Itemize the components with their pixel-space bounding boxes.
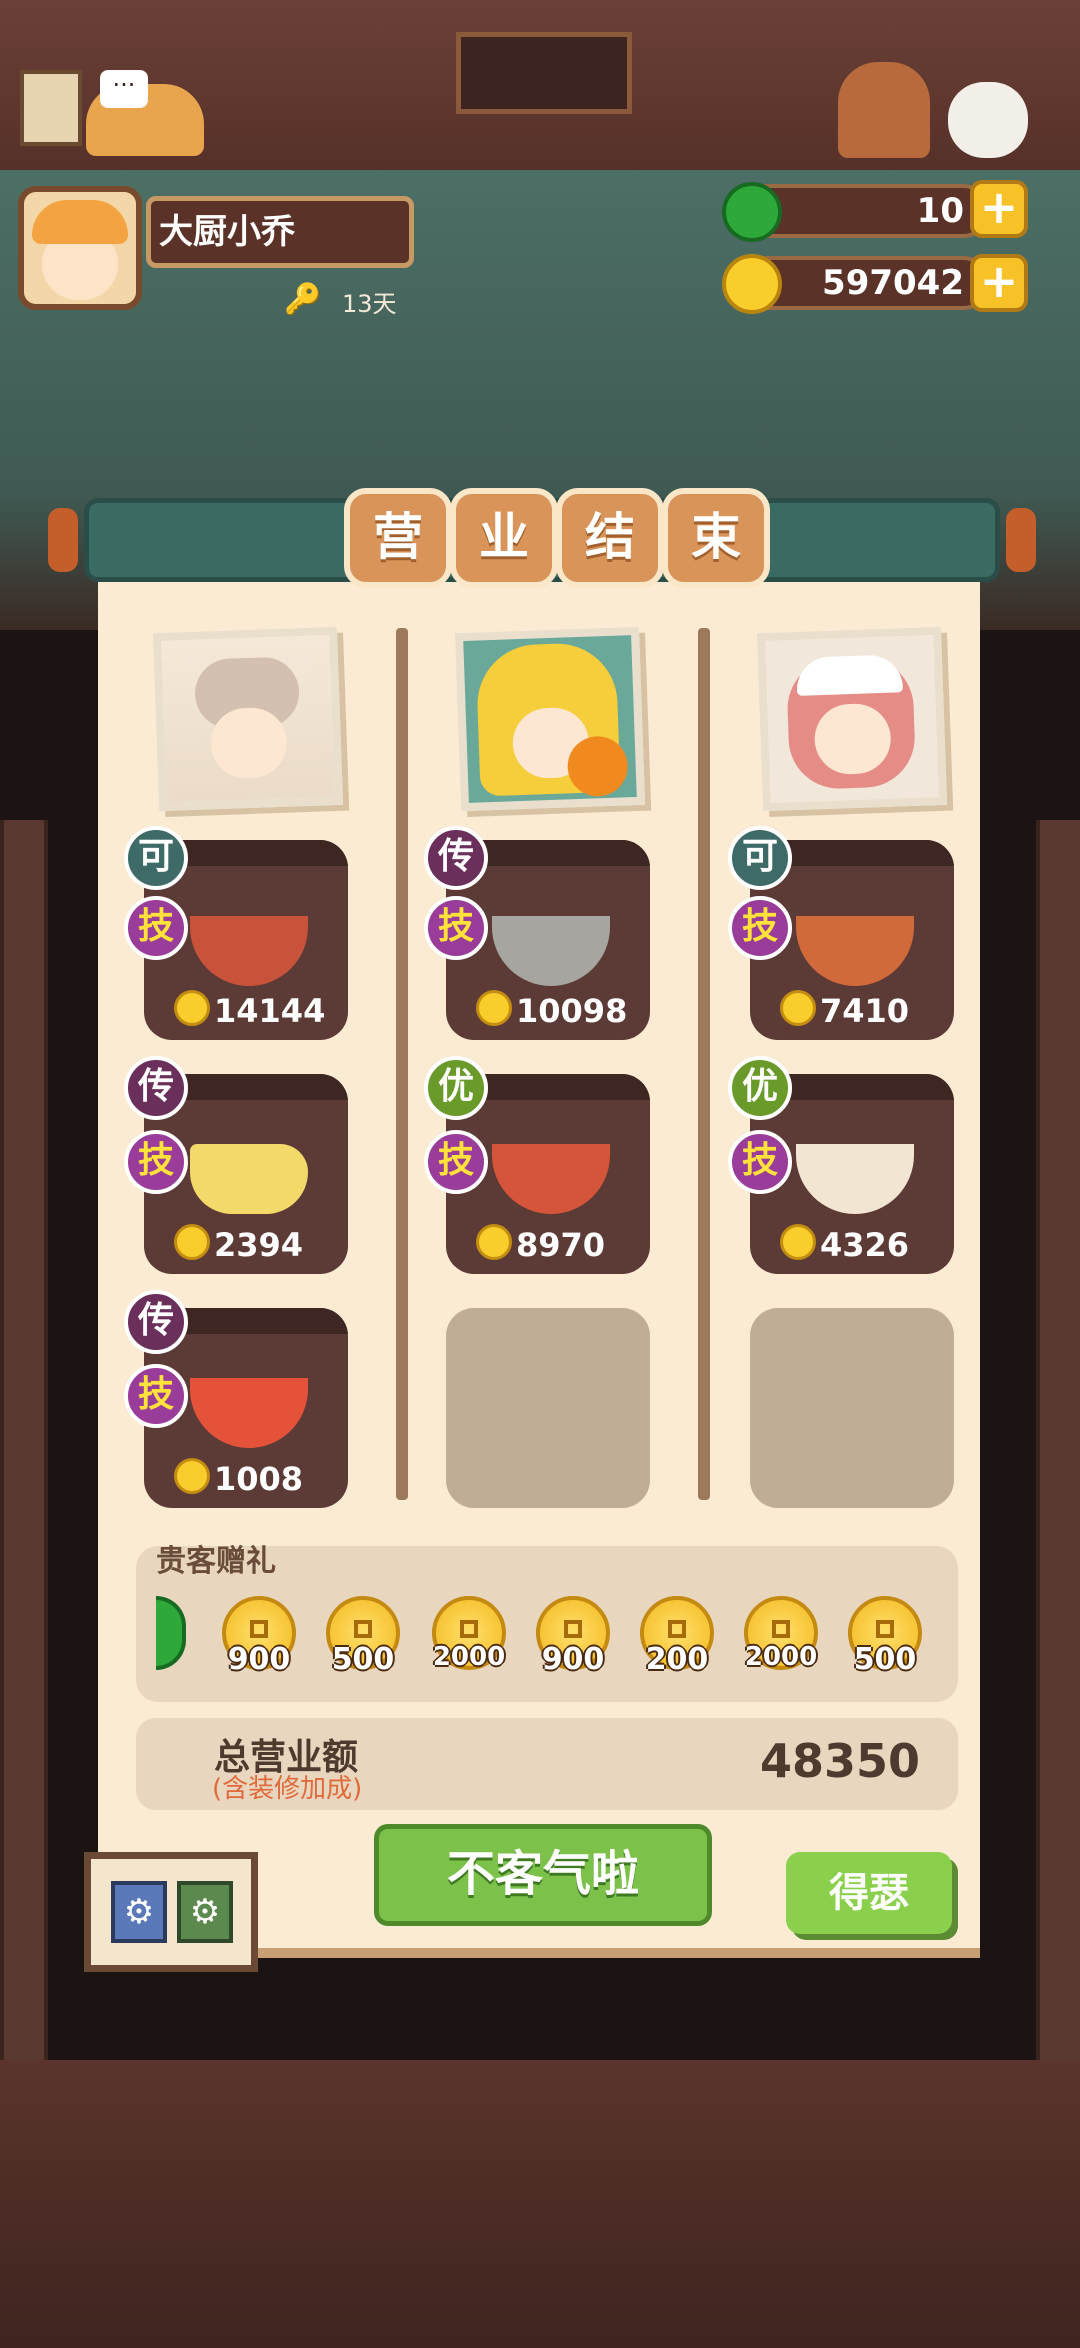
coin-icon [174,990,210,1026]
dish-icon [190,1144,308,1214]
chef-npc-icon[interactable] [838,62,930,158]
scroll-end-right [1006,508,1036,572]
dish-value: 4326 [820,1226,910,1264]
empty-dish-slot [446,1308,650,1508]
rank-badge: 传 [424,826,488,890]
gift-coin: 500 [840,1596,930,1686]
skill-badge: 技 [124,1130,188,1194]
gift-coin: 500 [318,1596,408,1686]
empty-dish-slot [750,1308,954,1508]
rank-badge: 传 [124,1290,188,1354]
guest-portrait-2[interactable] [454,626,646,812]
dish-icon [492,1144,610,1214]
scroll-end-left [48,508,78,572]
rank-badge: 优 [728,1056,792,1120]
coin-icon [174,1224,210,1260]
settings-green-icon[interactable]: ⚙ [177,1881,233,1943]
floor [0,2060,1080,2348]
coin-icon [780,1224,816,1260]
dish-value: 8970 [516,1226,606,1264]
gift-title: 贵客赠礼 [156,1544,276,1579]
dish-icon [796,916,914,986]
skill-badge: 技 [424,896,488,960]
skill-badge: 技 [424,1130,488,1194]
player-name: 大厨小乔 [146,196,414,268]
white-cat-icon[interactable] [948,82,1028,158]
rank-badge: 可 [124,826,188,890]
settings-blue-icon[interactable]: ⚙ [111,1881,167,1943]
dish-icon [796,1144,914,1214]
add-jade-button[interactable]: + [970,180,1028,238]
rank-badge: 传 [124,1056,188,1120]
coin-icon [476,1224,512,1260]
gift-coin: 900 [528,1596,618,1686]
dish-value: 10098 [516,992,628,1030]
rank-badge: 优 [424,1056,488,1120]
gift-coin: 2000 [424,1596,514,1686]
confirm-button[interactable]: 不客气啦 [374,1824,712,1926]
total-value: 48350 [759,1734,920,1788]
avatar[interactable] [18,186,142,310]
skill-badge: 技 [124,1364,188,1428]
chat-bubble-icon[interactable]: ··· [100,70,148,108]
total-sublabel: (含装修加成) [212,1774,363,1804]
column-divider [396,628,408,1500]
days-count: 13天 [342,290,397,318]
jade-icon [722,182,782,242]
dish-icon [190,916,308,986]
coin-icon [722,254,782,314]
show-off-button[interactable]: 得瑟 [786,1852,952,1934]
coin-icon [174,1458,210,1494]
dish-icon [190,1378,308,1448]
dish-value: 2394 [214,1226,304,1264]
banner-char: 结 [556,488,664,588]
left-pillar [0,820,48,2060]
dish-icon [492,916,610,986]
skill-badge: 技 [728,896,792,960]
mini-toolbox: ⚙ ⚙ [84,1852,258,1972]
banner-char: 业 [450,488,558,588]
gift-coin: 2000 [736,1596,826,1686]
rank-badge: 可 [728,826,792,890]
gift-coin: 900 [214,1596,304,1686]
column-divider [698,628,710,1500]
add-coins-button[interactable]: + [970,254,1028,312]
coin-icon [780,990,816,1026]
dish-value: 7410 [820,992,910,1030]
banner-char: 束 [662,488,770,588]
guest-portrait-3[interactable] [756,626,948,812]
skill-badge: 技 [124,896,188,960]
coin-icon [476,990,512,1026]
notice-board-icon[interactable] [20,70,82,146]
raccoon-sign[interactable] [456,32,632,114]
gift-coin: 200 [632,1596,722,1686]
banner-char: 营 [344,488,452,588]
key-icon: 🔑 [284,282,322,317]
dish-value: 1008 [214,1460,304,1498]
right-pillar [1036,820,1080,2060]
dish-value: 14144 [214,992,326,1030]
skill-badge: 技 [728,1130,792,1194]
guest-portrait-1[interactable] [152,626,344,812]
